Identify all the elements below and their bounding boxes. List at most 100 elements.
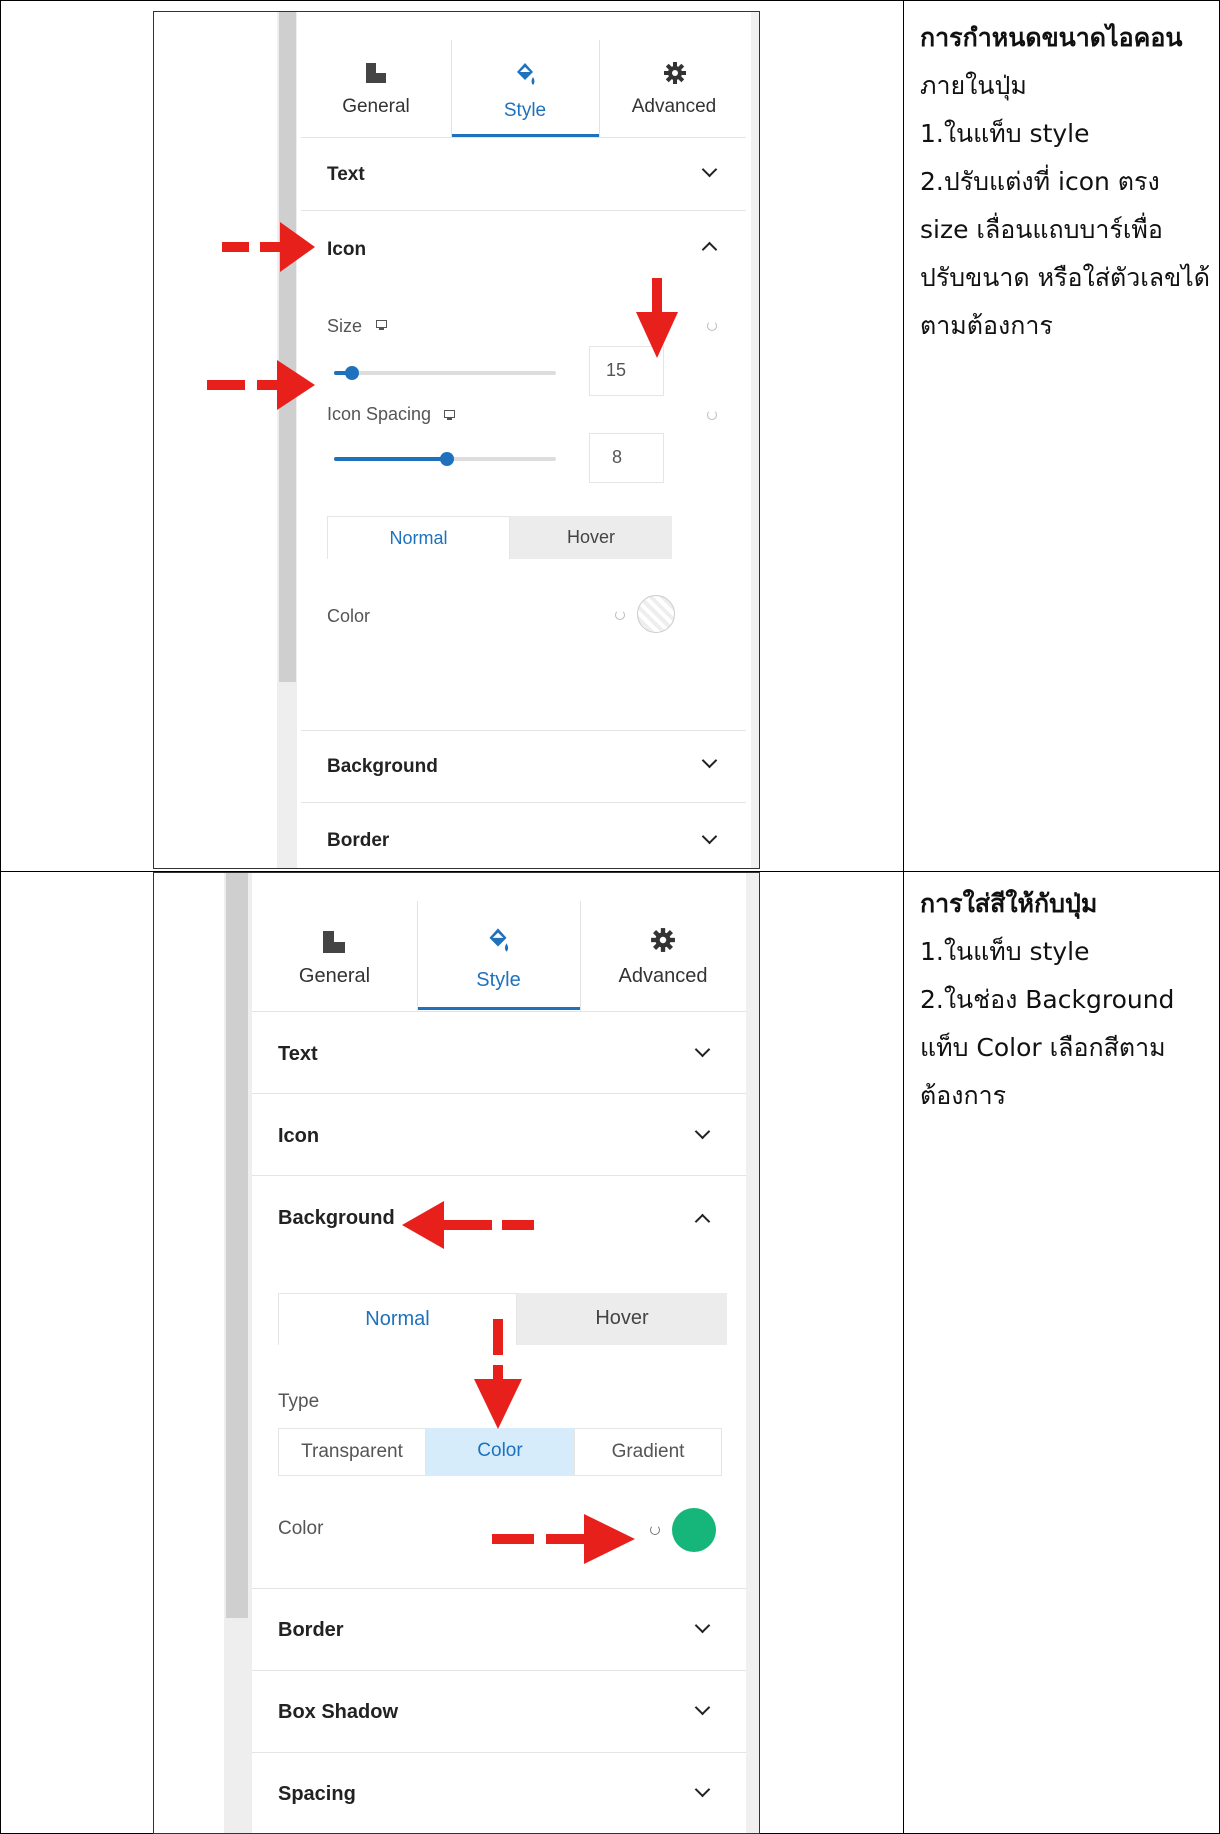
tab-advanced[interactable]: Advanced [599, 12, 749, 137]
size-label: Size [327, 316, 363, 336]
layout-icon [366, 63, 386, 83]
reset-icon[interactable] [615, 610, 625, 620]
section-spacing[interactable]: Spacing [252, 1752, 746, 1833]
active-tab-indicator [417, 1007, 580, 1010]
right-scroll-track [746, 873, 759, 1833]
color-label: Color [327, 606, 371, 626]
chevron-down-icon [694, 1617, 711, 1634]
instruction-line: ตามต้องการ [920, 311, 1053, 340]
spacing-slider-fill [334, 457, 447, 461]
section-title: Border [278, 1619, 344, 1641]
section-title: Background [327, 756, 438, 777]
section-title[interactable]: Background [278, 1207, 395, 1230]
spacing-slider[interactable] [334, 452, 556, 466]
section-border[interactable]: Border [252, 1588, 746, 1671]
tab-general-label: General [298, 965, 371, 987]
section-icon[interactable]: Icon [252, 1093, 746, 1176]
size-slider-handle[interactable] [345, 366, 359, 380]
tab-advanced-label: Advanced [618, 965, 708, 987]
instruction-line: 1.ในแท็บ style [920, 119, 1090, 148]
section-title: Spacing [278, 1783, 356, 1805]
state-tab-hover[interactable]: Hover [510, 516, 672, 559]
section-title: Box Shadow [278, 1701, 399, 1723]
section-title: Text [327, 164, 365, 185]
instruction-line: ปรับขนาด หรือใส่ตัวเลขได้ [920, 263, 1210, 292]
monitor-icon[interactable] [376, 320, 387, 330]
tab-advanced-label: Advanced [631, 96, 717, 117]
reset-icon[interactable] [707, 410, 717, 420]
chevron-up-icon[interactable] [701, 241, 718, 258]
paint-bucket-icon [489, 928, 509, 952]
color-swatch[interactable] [672, 1508, 716, 1552]
right-scroll-track [751, 12, 759, 868]
chevron-down-icon [701, 752, 718, 769]
instruction-line: ต้องการ [920, 1081, 1007, 1110]
table-border-top [0, 0, 1220, 1]
instruction-heading: การกำหนดขนาดไอคอน [920, 23, 1183, 52]
red-arrow-icon [492, 1514, 635, 1564]
chevron-down-icon [694, 1123, 711, 1140]
gear-icon [651, 928, 675, 952]
section-background[interactable]: Background [301, 730, 746, 803]
spacing-number-input[interactable]: 8 [589, 433, 664, 483]
style-panel: General Style Ad [301, 12, 746, 868]
reset-icon[interactable] [650, 1525, 660, 1535]
paint-bucket-icon [517, 63, 535, 85]
red-arrow-icon [207, 360, 315, 410]
chevron-up-icon[interactable] [694, 1213, 711, 1230]
section-title[interactable]: Icon [327, 239, 366, 261]
red-arrow-icon [402, 1201, 534, 1249]
instruction-line: 2.ในช่อง Background [920, 985, 1175, 1014]
red-arrow-icon [222, 222, 315, 272]
instruction-line: 1.ในแท็บ style [920, 937, 1090, 966]
size-value: 15 [606, 360, 627, 380]
screenshot-background-settings: General Style Advanced Text Icon Backgro… [154, 873, 759, 1833]
tab-style[interactable]: Style [451, 12, 599, 137]
state-tab-normal[interactable]: Normal [327, 516, 510, 559]
tab-style[interactable]: Style [417, 873, 580, 1011]
reset-icon[interactable] [707, 321, 717, 331]
color-label: Color [278, 1518, 324, 1539]
color-swatch-empty[interactable] [637, 595, 675, 633]
section-title: Text [278, 1043, 318, 1065]
type-option-gradient[interactable]: Gradient [574, 1428, 722, 1476]
layout-icon [323, 931, 345, 953]
section-text[interactable]: Text [301, 137, 746, 211]
instruction-line: ภายในปุ่ม [920, 71, 1027, 100]
icon-spacing-label: Icon Spacing [327, 404, 432, 424]
section-box-shadow[interactable]: Box Shadow [252, 1670, 746, 1753]
gear-icon [664, 62, 686, 84]
type-option-transparent[interactable]: Transparent [278, 1428, 426, 1476]
chevron-down-icon [701, 828, 718, 845]
tab-general[interactable]: General [301, 12, 451, 137]
screenshot-icon-settings: General Style Advanced Text Icon Size 15… [154, 12, 759, 868]
chevron-down-icon [694, 1699, 711, 1716]
section-text[interactable]: Text [252, 1011, 746, 1094]
section-title: Icon [278, 1125, 320, 1147]
tab-advanced[interactable]: Advanced [580, 873, 746, 1011]
type-label: Type [278, 1391, 320, 1412]
red-arrow-icon [636, 278, 678, 358]
monitor-icon[interactable] [444, 410, 455, 420]
type-option-color[interactable]: Color [426, 1428, 574, 1476]
chevron-down-icon [694, 1781, 711, 1798]
spacing-value: 8 [612, 447, 623, 467]
tab-separator [451, 40, 452, 137]
section-title: Border [327, 830, 390, 851]
spacing-slider-handle[interactable] [440, 452, 454, 466]
instruction-heading: การใส่สีให้กับปุ่ม [920, 889, 1098, 918]
red-arrow-icon [474, 1319, 522, 1429]
tab-style-label: Style [503, 100, 547, 121]
state-tab-hover[interactable]: Hover [517, 1293, 727, 1345]
scrollbar-thumb[interactable] [226, 873, 248, 1618]
tab-general[interactable]: General [252, 873, 417, 1011]
chevron-down-icon [701, 161, 718, 178]
instruction-cell-2: การใส่สีให้กับปุ่ม 1.ในแท็บ style 2.ในช่… [920, 880, 1215, 1120]
size-slider[interactable] [334, 366, 556, 380]
table-border-left [0, 0, 1, 1834]
instruction-line: 2.ปรับแต่งที่ icon ตรง [920, 167, 1160, 196]
tab-general-label: General [342, 96, 410, 117]
section-border[interactable]: Border [301, 802, 746, 868]
scrollbar-thumb[interactable] [279, 12, 296, 682]
instruction-line: size เลื่อนแถบบาร์เพื่อ [920, 215, 1163, 244]
